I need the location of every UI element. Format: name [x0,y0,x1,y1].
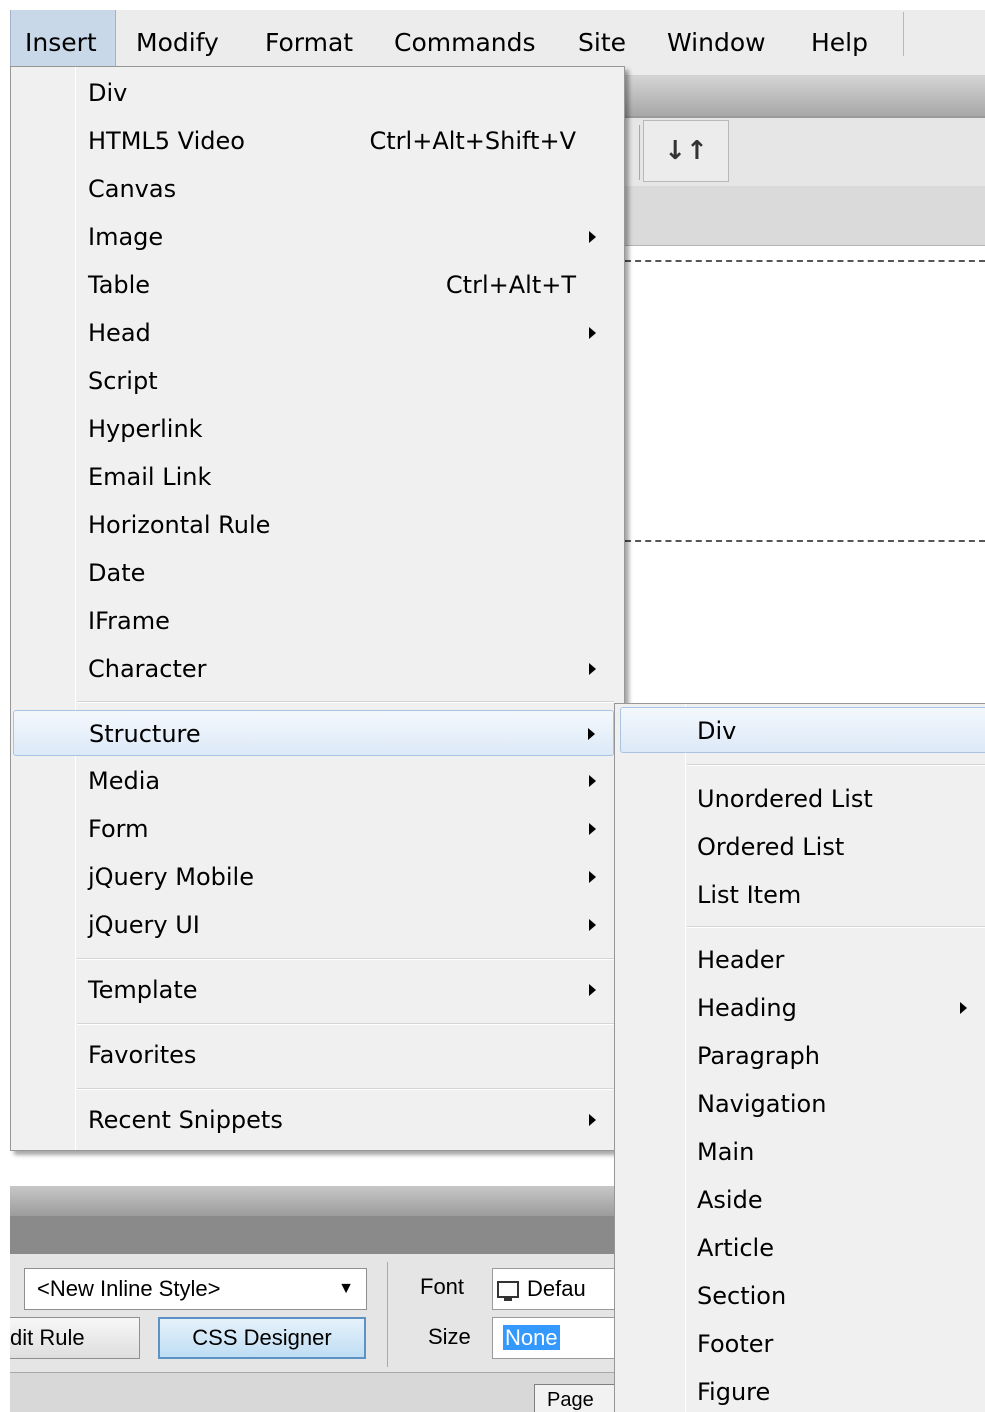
menu-separator [77,1088,614,1090]
submenu-arrow-icon [588,728,595,740]
structure-submenu: Div Unordered List Ordered List List Ite… [614,703,985,1412]
submenu-item-header[interactable]: Header [615,937,985,983]
submenu-item-main[interactable]: Main [615,1129,985,1175]
menu-separator [687,764,985,766]
menu-item-jquery-mobile[interactable]: jQuery Mobile [11,854,624,900]
size-value: None [503,1325,560,1350]
submenu-item-list-item[interactable]: List Item [615,872,985,918]
menu-item-media[interactable]: Media [11,758,624,804]
menu-separator [77,701,614,703]
edit-rule-button[interactable]: dit Rule [10,1317,140,1359]
design-view-dashed-border [625,540,985,542]
insert-menu: Div HTML5 Video Ctrl+Alt+Shift+V Canvas I… [10,66,625,1151]
menu-item-template[interactable]: Template [11,967,624,1013]
submenu-item-aside[interactable]: Aside [615,1177,985,1223]
menu-item-horizontal-rule[interactable]: Horizontal Rule [11,502,624,548]
font-label: Font [420,1274,465,1299]
submenu-item-article[interactable]: Article [615,1225,985,1271]
menu-item-iframe[interactable]: IFrame [11,598,624,644]
menubar-divider [903,12,904,56]
submenu-arrow-icon [589,919,596,931]
menu-item-table[interactable]: Table Ctrl+Alt+T [11,262,624,308]
menu-separator [77,958,614,960]
submenu-arrow-icon [589,663,596,675]
submenu-item-navigation[interactable]: Navigation [615,1081,985,1127]
submenu-item-footer[interactable]: Footer [615,1321,985,1367]
menu-item-email-link[interactable]: Email Link [11,454,624,500]
shortcut-label: Ctrl+Alt+T [445,271,576,299]
submenu-arrow-icon [589,871,596,883]
menu-separator [77,1023,614,1025]
dropdown-arrow-icon: ▼ [338,1280,354,1297]
menu-item-div[interactable]: Div [11,70,624,116]
properties-panel-header [10,1186,615,1216]
submenu-item-div[interactable]: Div [620,707,985,753]
size-select[interactable]: None [492,1317,622,1359]
menu-separator [687,926,985,928]
design-view-dashed-border [625,260,985,262]
menu-item-character[interactable]: Character [11,646,624,692]
submenu-item-heading[interactable]: Heading [615,985,985,1031]
menu-item-date[interactable]: Date [11,550,624,596]
properties-panel-footer [10,1372,615,1412]
font-select[interactable]: Defau [492,1268,622,1310]
submenu-arrow-icon [589,1114,596,1126]
targeted-rule-value: <New Inline Style> [37,1276,221,1301]
menu-window[interactable]: Window [653,10,780,76]
submenu-item-figure[interactable]: Figure [615,1369,985,1412]
css-designer-button[interactable]: CSS Designer [158,1317,366,1359]
menu-item-image[interactable]: Image [11,214,624,260]
document-info-bar [620,186,985,246]
submenu-item-ordered-list[interactable]: Ordered List [615,824,985,870]
menu-item-canvas[interactable]: Canvas [11,166,624,212]
menu-item-structure[interactable]: Structure [13,710,614,756]
size-label: Size [428,1324,471,1349]
monitor-icon [497,1281,519,1301]
toolbar-divider [639,125,640,180]
submenu-arrow-icon [589,984,596,996]
menu-item-hyperlink[interactable]: Hyperlink [11,406,624,452]
submenu-arrow-icon [589,231,596,243]
submenu-item-paragraph[interactable]: Paragraph [615,1033,985,1079]
menu-item-form[interactable]: Form [11,806,624,852]
properties-divider [387,1262,388,1367]
menu-item-favorites[interactable]: Favorites [11,1032,624,1078]
shortcut-label: Ctrl+Alt+Shift+V [369,127,577,155]
sort-icon[interactable]: ↓↑ [643,120,729,182]
page-properties-button[interactable]: Page [534,1384,624,1412]
font-value: Defau [527,1276,586,1301]
submenu-arrow-icon [589,823,596,835]
menu-item-script[interactable]: Script [11,358,624,404]
properties-panel-titlebar [10,1216,615,1254]
menu-item-recent-snippets[interactable]: Recent Snippets [11,1097,624,1143]
menu-item-html5-video[interactable]: HTML5 Video Ctrl+Alt+Shift+V [11,118,624,164]
submenu-arrow-icon [589,327,596,339]
submenu-item-unordered-list[interactable]: Unordered List [615,776,985,822]
menu-item-jquery-ui[interactable]: jQuery UI [11,902,624,948]
submenu-item-section[interactable]: Section [615,1273,985,1319]
document-tab-bar [620,76,985,116]
menu-item-head[interactable]: Head [11,310,624,356]
submenu-arrow-icon [589,775,596,787]
menu-help[interactable]: Help [797,10,882,76]
targeted-rule-select[interactable]: <New Inline Style> ▼ [24,1268,367,1310]
submenu-arrow-icon [960,1002,967,1014]
